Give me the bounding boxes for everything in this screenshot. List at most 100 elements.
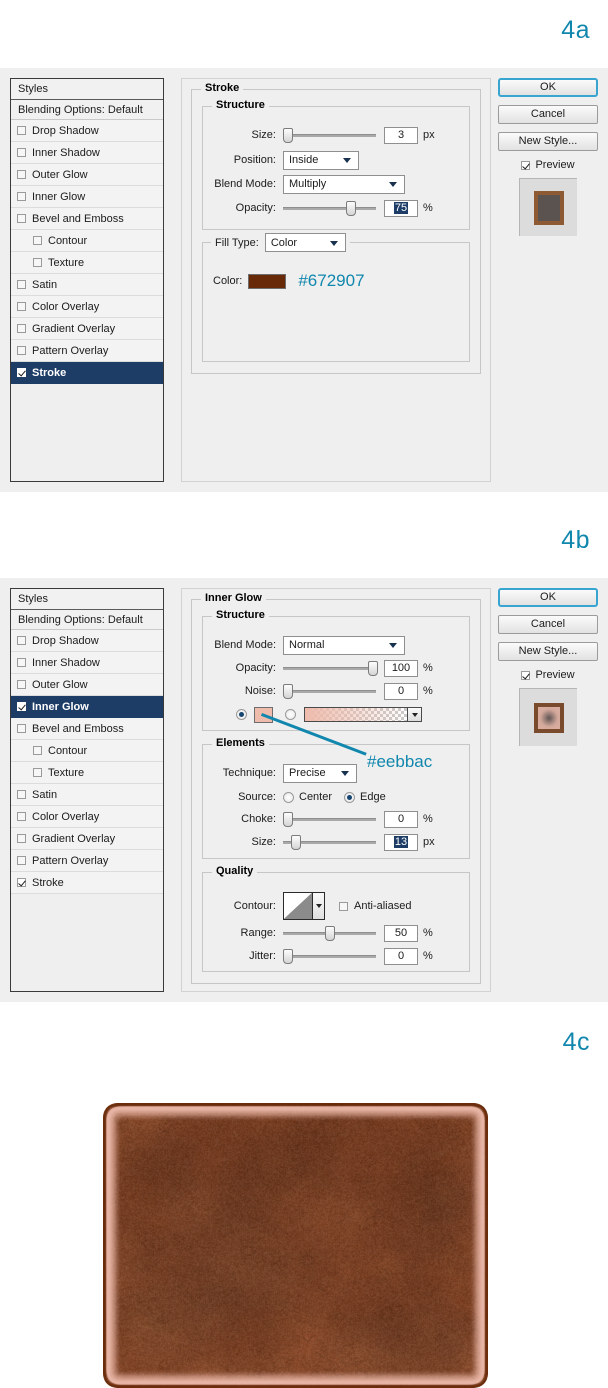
chevron-down-icon bbox=[341, 771, 349, 776]
style-enable-checkbox[interactable] bbox=[17, 856, 26, 865]
style-row-inner-glow[interactable]: Inner Glow bbox=[11, 696, 163, 718]
preview-swatch-a bbox=[534, 191, 564, 225]
style-row-pattern-overlay[interactable]: Pattern Overlay bbox=[11, 340, 163, 362]
ok-button[interactable]: OK bbox=[498, 588, 598, 607]
style-row-inner-glow[interactable]: Inner Glow bbox=[11, 186, 163, 208]
style-row-gradient-overlay[interactable]: Gradient Overlay bbox=[11, 828, 163, 850]
group-title-structure-a: Structure bbox=[212, 99, 269, 111]
style-row-outer-glow[interactable]: Outer Glow bbox=[11, 164, 163, 186]
noise-slider[interactable] bbox=[283, 684, 376, 698]
style-enable-checkbox[interactable] bbox=[33, 258, 42, 267]
contour-dropdown-button[interactable] bbox=[313, 892, 325, 920]
style-row-texture[interactable]: Texture bbox=[11, 252, 163, 274]
style-row-inner-shadow[interactable]: Inner Shadow bbox=[11, 652, 163, 674]
style-row-drop-shadow[interactable]: Drop Shadow bbox=[11, 630, 163, 652]
style-enable-checkbox[interactable] bbox=[17, 346, 26, 355]
style-enable-checkbox[interactable] bbox=[17, 680, 26, 689]
blend-mode-select-a[interactable]: Multiply bbox=[283, 175, 405, 194]
ok-button[interactable]: OK bbox=[498, 78, 598, 97]
style-row-color-overlay[interactable]: Color Overlay bbox=[11, 296, 163, 318]
opacity-slider-b[interactable] bbox=[283, 661, 376, 675]
style-row-contour[interactable]: Contour bbox=[11, 230, 163, 252]
fill-type-select[interactable]: Color bbox=[265, 233, 346, 252]
style-row-outer-glow[interactable]: Outer Glow bbox=[11, 674, 163, 696]
style-enable-checkbox[interactable] bbox=[17, 126, 26, 135]
blending-options-row[interactable]: Blending Options: Default bbox=[11, 610, 163, 630]
style-row-contour[interactable]: Contour bbox=[11, 740, 163, 762]
style-enable-checkbox[interactable] bbox=[17, 192, 26, 201]
style-enable-checkbox[interactable] bbox=[17, 324, 26, 333]
choke-input[interactable]: 0 bbox=[384, 811, 418, 828]
style-enable-checkbox[interactable] bbox=[17, 636, 26, 645]
gradient-dropdown-button[interactable] bbox=[407, 708, 421, 721]
style-enable-checkbox[interactable] bbox=[17, 812, 26, 821]
row-blend-mode-a: Blend Mode: Multiply bbox=[203, 174, 469, 194]
style-enable-checkbox[interactable] bbox=[33, 236, 42, 245]
style-row-texture[interactable]: Texture bbox=[11, 762, 163, 784]
preview-toggle-b[interactable]: Preview bbox=[498, 669, 598, 681]
stroke-color-swatch[interactable] bbox=[248, 274, 286, 289]
source-edge-radio[interactable] bbox=[344, 792, 355, 803]
preview-swatch-b bbox=[534, 703, 564, 733]
position-select[interactable]: Inside bbox=[283, 151, 359, 170]
cancel-button[interactable]: Cancel bbox=[498, 105, 598, 124]
style-enable-checkbox[interactable] bbox=[17, 170, 26, 179]
glow-gradient-picker[interactable] bbox=[304, 707, 422, 722]
row-range: Range: 50 % bbox=[203, 925, 469, 941]
glow-color-radio[interactable] bbox=[236, 709, 247, 720]
glow-gradient-radio[interactable] bbox=[285, 709, 296, 720]
opacity-input-b[interactable]: 100 bbox=[384, 660, 418, 677]
preview-checkbox[interactable] bbox=[521, 671, 530, 680]
source-center-radio[interactable] bbox=[283, 792, 294, 803]
noise-input[interactable]: 0 bbox=[384, 683, 418, 700]
style-row-bevel-and-emboss[interactable]: Bevel and Emboss bbox=[11, 208, 163, 230]
cancel-button[interactable]: Cancel bbox=[498, 615, 598, 634]
style-row-color-overlay[interactable]: Color Overlay bbox=[11, 806, 163, 828]
style-enable-checkbox[interactable] bbox=[17, 302, 26, 311]
style-enable-checkbox[interactable] bbox=[17, 790, 26, 799]
preview-checkbox[interactable] bbox=[521, 161, 530, 170]
size-slider-b[interactable] bbox=[283, 835, 376, 849]
range-slider[interactable] bbox=[283, 926, 376, 940]
technique-select[interactable]: Precise bbox=[283, 764, 357, 783]
style-enable-checkbox[interactable] bbox=[17, 834, 26, 843]
style-row-stroke[interactable]: Stroke bbox=[11, 872, 163, 894]
style-enable-checkbox[interactable] bbox=[17, 214, 26, 223]
style-row-label: Inner Shadow bbox=[32, 652, 163, 674]
size-input-b[interactable]: 13 bbox=[384, 834, 418, 851]
style-enable-checkbox[interactable] bbox=[17, 702, 26, 711]
style-row-stroke[interactable]: Stroke bbox=[11, 362, 163, 384]
style-enable-checkbox[interactable] bbox=[17, 148, 26, 157]
new-style-button[interactable]: New Style... bbox=[498, 642, 598, 661]
size-slider[interactable] bbox=[283, 128, 376, 142]
style-enable-checkbox[interactable] bbox=[17, 658, 26, 667]
preview-toggle-a[interactable]: Preview bbox=[498, 159, 598, 171]
style-row-satin[interactable]: Satin bbox=[11, 274, 163, 296]
style-row-pattern-overlay[interactable]: Pattern Overlay bbox=[11, 850, 163, 872]
style-row-satin[interactable]: Satin bbox=[11, 784, 163, 806]
size-input[interactable]: 3 bbox=[384, 127, 418, 144]
blending-options-row[interactable]: Blending Options: Default bbox=[11, 100, 163, 120]
style-enable-checkbox[interactable] bbox=[17, 724, 26, 733]
row-size-b: Size: 13 px bbox=[203, 834, 469, 850]
choke-slider[interactable] bbox=[283, 812, 376, 826]
choke-label: Choke: bbox=[203, 813, 276, 825]
style-enable-checkbox[interactable] bbox=[17, 368, 26, 377]
range-input[interactable]: 50 bbox=[384, 925, 418, 942]
jitter-input[interactable]: 0 bbox=[384, 948, 418, 965]
style-enable-checkbox[interactable] bbox=[17, 878, 26, 887]
style-row-bevel-and-emboss[interactable]: Bevel and Emboss bbox=[11, 718, 163, 740]
style-row-inner-shadow[interactable]: Inner Shadow bbox=[11, 142, 163, 164]
style-row-gradient-overlay[interactable]: Gradient Overlay bbox=[11, 318, 163, 340]
blend-mode-select-b[interactable]: Normal bbox=[283, 636, 405, 655]
anti-aliased-checkbox[interactable] bbox=[339, 902, 348, 911]
style-row-drop-shadow[interactable]: Drop Shadow bbox=[11, 120, 163, 142]
style-enable-checkbox[interactable] bbox=[33, 768, 42, 777]
new-style-button[interactable]: New Style... bbox=[498, 132, 598, 151]
opacity-input-a[interactable]: 75 bbox=[384, 200, 418, 217]
style-enable-checkbox[interactable] bbox=[17, 280, 26, 289]
opacity-slider-a[interactable] bbox=[283, 201, 376, 215]
jitter-slider[interactable] bbox=[283, 949, 376, 963]
style-enable-checkbox[interactable] bbox=[33, 746, 42, 755]
contour-picker[interactable] bbox=[283, 892, 325, 920]
